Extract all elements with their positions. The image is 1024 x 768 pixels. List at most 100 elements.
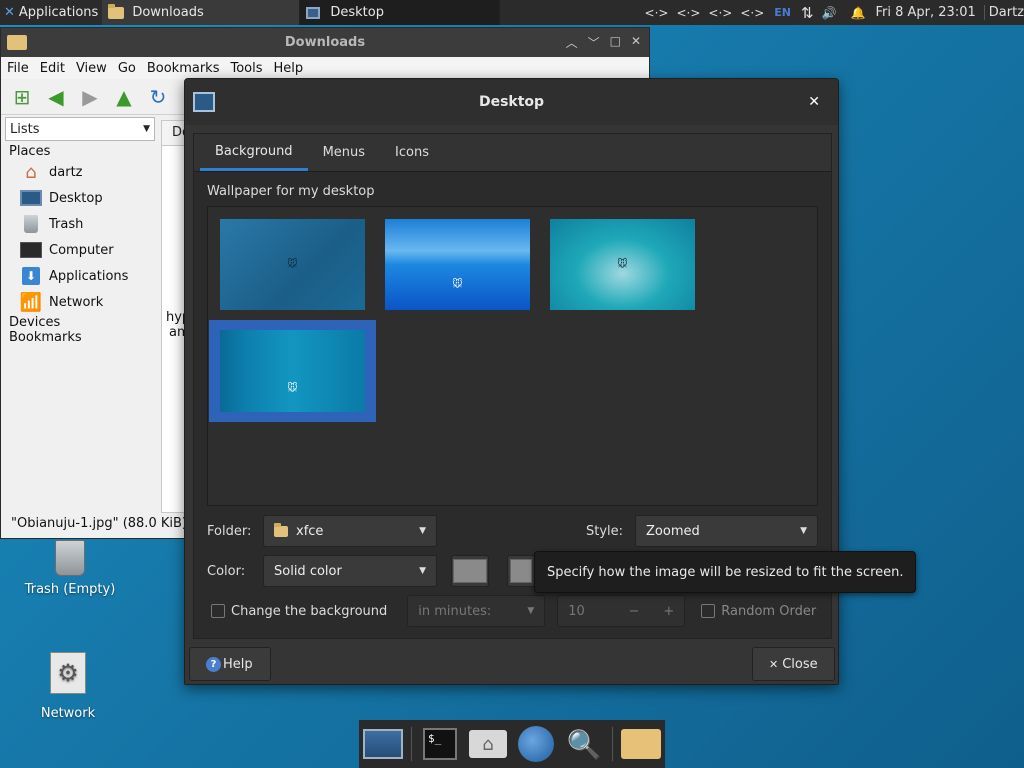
trash-icon	[19, 214, 43, 234]
forward-arrow-icon[interactable]: ▶	[77, 84, 103, 110]
sidebar-item-applications[interactable]: ⬇ Applications	[5, 263, 155, 289]
decrement-icon[interactable]: −	[628, 604, 639, 619]
dock-app-finder[interactable]: 🔍	[564, 724, 604, 764]
network-indicator-icon[interactable]: <·>	[645, 6, 669, 20]
network-indicator-icon[interactable]: <·>	[708, 6, 732, 20]
folder-select[interactable]: xfce ▼	[263, 515, 437, 547]
change-background-checkbox[interactable]	[211, 604, 225, 618]
back-arrow-icon[interactable]: ◀	[43, 84, 69, 110]
tab-menus[interactable]: Menus	[308, 134, 380, 171]
minutes-value: 10	[568, 603, 585, 619]
dock-file-manager[interactable]: ⌂	[468, 724, 508, 764]
notification-bell-icon[interactable]: 🔔	[851, 6, 866, 20]
new-tab-icon[interactable]: ⊞	[9, 84, 35, 110]
tab-background[interactable]: Background	[200, 134, 308, 171]
chevron-down-icon: ▼	[419, 566, 426, 576]
wallpaper-label: Wallpaper for my desktop	[207, 184, 375, 199]
dock-show-desktop[interactable]	[363, 724, 404, 764]
home-folder-icon: ⌂	[468, 730, 507, 758]
menu-help[interactable]: Help	[274, 61, 304, 76]
menu-bookmarks[interactable]: Bookmarks	[147, 61, 220, 76]
tab-bar: Background Menus Icons	[194, 134, 831, 172]
style-select[interactable]: Zoomed ▼	[635, 515, 818, 547]
interval-select[interactable]: in minutes: ▼	[407, 595, 546, 627]
menu-go[interactable]: Go	[118, 61, 136, 76]
sidebar-item-label: dartz	[49, 164, 83, 180]
file-manager-titlebar[interactable]: Downloads ︿ ﹀ □ ✕	[1, 28, 649, 57]
secondary-color-button[interactable]	[507, 555, 535, 587]
sidebar-item-computer[interactable]: Computer	[5, 237, 155, 263]
reload-icon[interactable]: ↻	[145, 84, 171, 110]
dock-web-browser[interactable]	[516, 724, 556, 764]
chevron-down-icon: ▼	[143, 124, 150, 134]
devices-heading[interactable]: Devices	[5, 315, 155, 330]
side-pane-mode-select[interactable]: Lists ▼	[5, 117, 155, 141]
shade-button[interactable]: ︿	[566, 34, 578, 51]
applications-menu-label: Applications	[18, 5, 99, 20]
menu-view[interactable]: View	[76, 61, 107, 76]
sidebar-item-desktop[interactable]: Desktop	[5, 185, 155, 211]
menu-file[interactable]: File	[7, 61, 29, 76]
taskbar-item-desktop[interactable]: Desktop	[300, 0, 501, 25]
wallpaper-thumbnail[interactable]: 🐭	[385, 219, 530, 310]
dock-separator	[612, 727, 613, 761]
user-menu[interactable]: Dartz	[983, 5, 1024, 20]
primary-color-button[interactable]	[451, 555, 489, 587]
tab-icons[interactable]: Icons	[380, 134, 444, 171]
color-label: Color:	[207, 563, 246, 579]
folder-row: Folder: xfce ▼	[207, 515, 437, 547]
folder-icon	[274, 522, 288, 537]
folder-value: xfce	[296, 523, 324, 539]
close-button[interactable]: ✕	[631, 34, 641, 51]
sidebar-item-label: Computer	[49, 242, 114, 258]
show-desktop-icon	[363, 729, 404, 759]
web-browser-icon	[518, 726, 555, 762]
clock[interactable]: Fri 8 Apr, 23:01	[876, 5, 976, 20]
sidebar-item-network[interactable]: 📶 Network	[5, 289, 155, 315]
dialog-titlebar[interactable]: Desktop ✕	[185, 79, 838, 125]
taskbar-item-downloads[interactable]: Downloads	[102, 0, 301, 25]
wallpaper-preview: 🐭	[220, 330, 365, 412]
bookmarks-heading[interactable]: Bookmarks	[5, 330, 155, 345]
help-button[interactable]: ? Help	[189, 647, 271, 681]
network-transfer-icon[interactable]: ⇅	[801, 4, 814, 22]
wallpaper-thumbnail[interactable]: 🐭	[220, 219, 365, 310]
close-button[interactable]: ✕ Close	[752, 647, 835, 681]
applications-menu[interactable]: ✕ Applications	[0, 0, 102, 25]
applications-icon: ⬇	[19, 266, 43, 286]
color-mode-select[interactable]: Solid color ▼	[263, 555, 437, 587]
keyboard-layout-indicator[interactable]: EN	[774, 6, 791, 19]
sidebar-item-trash[interactable]: Trash	[5, 211, 155, 237]
style-row: Style: Zoomed ▼	[586, 515, 818, 547]
minutes-spinbutton[interactable]: 10 − +	[557, 595, 686, 627]
close-icon: ✕	[769, 657, 779, 671]
maximize-button[interactable]: □	[610, 34, 621, 51]
network-indicator-icon[interactable]: <·>	[740, 6, 764, 20]
places-heading: Places	[9, 144, 51, 159]
menu-tools[interactable]: Tools	[230, 61, 262, 76]
up-arrow-icon[interactable]: ▲	[111, 84, 137, 110]
close-icon[interactable]: ✕	[808, 94, 820, 110]
network-indicator-icon[interactable]: <·>	[676, 6, 700, 20]
change-background-row: Change the background in minutes: ▼ 10 −…	[211, 595, 816, 627]
dock-folder[interactable]	[620, 724, 661, 764]
system-tray: <·> <·> <·> <·> EN ⇅ 🔊 🔔 Fri 8 Apr, 23:0…	[641, 4, 1024, 22]
minimize-button[interactable]: ﹀	[588, 34, 600, 51]
desktop-icon-label: Trash (Empty)	[24, 582, 116, 597]
desktop-settings-dialog: Desktop ✕ Background Menus Icons Wallpap…	[184, 78, 839, 685]
wallpaper-grid: 🐭 🐭 🐭 🐭	[207, 206, 818, 506]
dock-terminal[interactable]: $_	[420, 724, 460, 764]
help-icon: ?	[206, 656, 221, 672]
desktop-icon-trash[interactable]: Trash (Empty)	[18, 540, 122, 597]
menu-edit[interactable]: Edit	[40, 61, 65, 76]
sidebar-item-label: Network	[49, 294, 104, 310]
sidebar-item-dartz[interactable]: ⌂ dartz	[5, 159, 155, 185]
wallpaper-thumbnail-selected[interactable]: 🐭	[209, 320, 376, 422]
increment-icon[interactable]: +	[663, 604, 674, 619]
change-background-label[interactable]: Change the background	[231, 604, 387, 619]
desktop-icon-network[interactable]: ⚙ Network	[18, 652, 118, 721]
wallpaper-thumbnail[interactable]: 🐭	[550, 219, 695, 310]
volume-icon[interactable]: 🔊	[822, 6, 837, 20]
random-order-label[interactable]: Random Order	[721, 604, 816, 619]
random-order-checkbox[interactable]	[701, 604, 716, 618]
